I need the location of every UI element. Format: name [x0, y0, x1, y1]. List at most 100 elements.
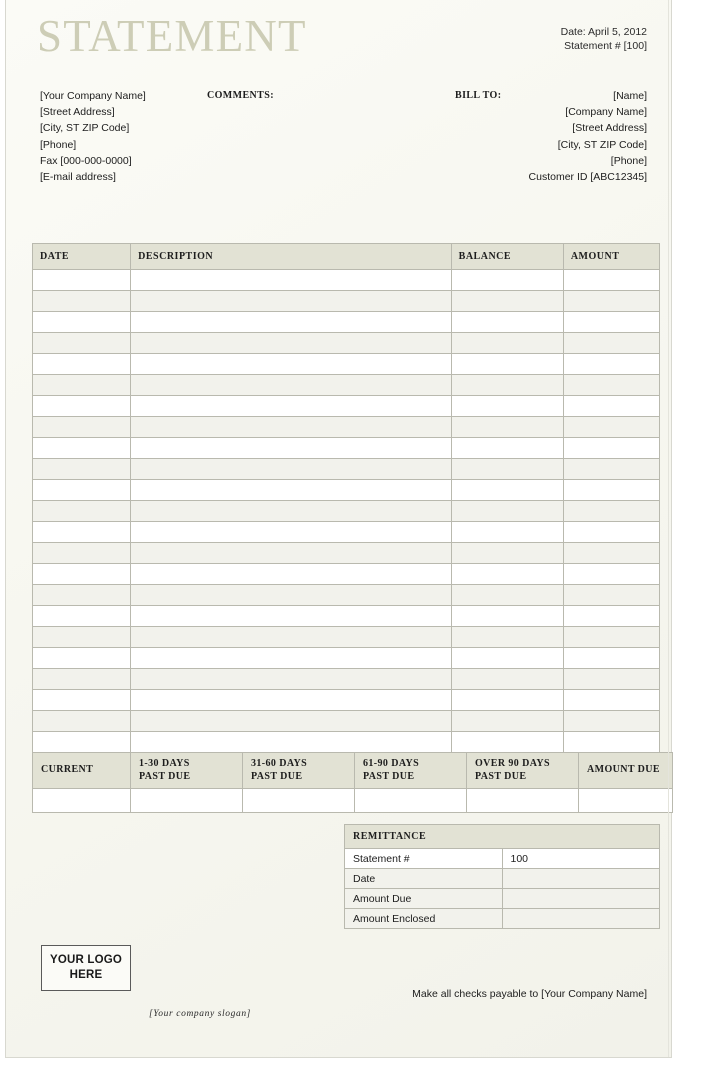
- ledger-cell-amount[interactable]: [562, 479, 661, 501]
- ledger-cell-date[interactable]: [31, 416, 132, 438]
- aging-value-over-90[interactable]: [466, 788, 579, 813]
- aging-value-31-60[interactable]: [242, 788, 355, 813]
- ledger-cell-balance[interactable]: [450, 710, 564, 732]
- ledger-cell-balance[interactable]: [450, 353, 564, 375]
- ledger-cell-date[interactable]: [31, 479, 132, 501]
- ledger-cell-description[interactable]: [130, 689, 452, 711]
- ledger-cell-balance[interactable]: [450, 563, 564, 585]
- ledger-cell-balance[interactable]: [450, 458, 564, 480]
- ledger-cell-amount[interactable]: [562, 689, 661, 711]
- ledger-cell-description[interactable]: [130, 521, 452, 543]
- ledger-cell-amount[interactable]: [562, 374, 661, 396]
- ledger-cell-description[interactable]: [130, 374, 452, 396]
- ledger-cell-description[interactable]: [130, 731, 452, 753]
- ledger-cell-balance[interactable]: [450, 332, 564, 354]
- ledger-cell-description[interactable]: [130, 269, 452, 291]
- ledger-cell-date[interactable]: [31, 647, 132, 669]
- ledger-cell-amount[interactable]: [562, 311, 661, 333]
- ledger-cell-balance[interactable]: [450, 731, 564, 753]
- ledger-cell-description[interactable]: [130, 500, 452, 522]
- ledger-cell-amount[interactable]: [562, 731, 661, 753]
- ledger-cell-balance[interactable]: [450, 584, 564, 606]
- ledger-cell-date[interactable]: [31, 353, 132, 375]
- ledger-cell-amount[interactable]: [562, 584, 661, 606]
- ledger-cell-balance[interactable]: [450, 290, 564, 312]
- ledger-cell-amount[interactable]: [562, 290, 661, 312]
- ledger-cell-amount[interactable]: [562, 542, 661, 564]
- ledger-cell-description[interactable]: [130, 710, 452, 732]
- remittance-value-amount-due[interactable]: [501, 888, 660, 909]
- ledger-cell-date[interactable]: [31, 542, 132, 564]
- ledger-cell-balance[interactable]: [450, 542, 564, 564]
- ledger-cell-description[interactable]: [130, 332, 452, 354]
- ledger-cell-date[interactable]: [31, 626, 132, 648]
- ledger-cell-description[interactable]: [130, 668, 452, 690]
- ledger-cell-amount[interactable]: [562, 416, 661, 438]
- ledger-cell-balance[interactable]: [450, 311, 564, 333]
- ledger-cell-description[interactable]: [130, 563, 452, 585]
- ledger-cell-balance[interactable]: [450, 374, 564, 396]
- aging-value-61-90[interactable]: [354, 788, 467, 813]
- aging-value-amount-due[interactable]: [578, 788, 673, 813]
- ledger-cell-date[interactable]: [31, 500, 132, 522]
- ledger-cell-date[interactable]: [31, 605, 132, 627]
- ledger-cell-description[interactable]: [130, 353, 452, 375]
- ledger-cell-balance[interactable]: [450, 437, 564, 459]
- remittance-value-date[interactable]: [501, 868, 660, 889]
- ledger-cell-amount[interactable]: [562, 647, 661, 669]
- ledger-cell-balance[interactable]: [450, 269, 564, 291]
- aging-value-1-30[interactable]: [130, 788, 243, 813]
- ledger-cell-amount[interactable]: [562, 437, 661, 459]
- ledger-cell-description[interactable]: [130, 605, 452, 627]
- ledger-cell-amount[interactable]: [562, 458, 661, 480]
- ledger-cell-amount[interactable]: [562, 521, 661, 543]
- remittance-value-amount-enclosed[interactable]: [501, 908, 660, 929]
- ledger-cell-balance[interactable]: [450, 521, 564, 543]
- ledger-cell-amount[interactable]: [562, 710, 661, 732]
- aging-value-current[interactable]: [32, 788, 131, 813]
- ledger-cell-date[interactable]: [31, 689, 132, 711]
- ledger-cell-description[interactable]: [130, 395, 452, 417]
- ledger-cell-date[interactable]: [31, 332, 132, 354]
- ledger-cell-balance[interactable]: [450, 647, 564, 669]
- ledger-cell-date[interactable]: [31, 311, 132, 333]
- ledger-cell-balance[interactable]: [450, 416, 564, 438]
- ledger-cell-amount[interactable]: [562, 395, 661, 417]
- ledger-cell-amount[interactable]: [562, 500, 661, 522]
- ledger-cell-date[interactable]: [31, 668, 132, 690]
- ledger-cell-balance[interactable]: [450, 626, 564, 648]
- ledger-cell-description[interactable]: [130, 458, 452, 480]
- ledger-cell-description[interactable]: [130, 479, 452, 501]
- ledger-cell-description[interactable]: [130, 542, 452, 564]
- ledger-cell-date[interactable]: [31, 563, 132, 585]
- ledger-cell-description[interactable]: [130, 416, 452, 438]
- ledger-cell-amount[interactable]: [562, 353, 661, 375]
- ledger-cell-date[interactable]: [31, 269, 132, 291]
- ledger-cell-date[interactable]: [31, 374, 132, 396]
- ledger-cell-amount[interactable]: [562, 269, 661, 291]
- ledger-cell-balance[interactable]: [450, 668, 564, 690]
- ledger-cell-balance[interactable]: [450, 500, 564, 522]
- remittance-value-statement-number[interactable]: 100: [501, 848, 660, 869]
- ledger-cell-date[interactable]: [31, 458, 132, 480]
- ledger-cell-date[interactable]: [31, 710, 132, 732]
- ledger-cell-description[interactable]: [130, 437, 452, 459]
- ledger-cell-description[interactable]: [130, 647, 452, 669]
- ledger-cell-date[interactable]: [31, 395, 132, 417]
- ledger-cell-balance[interactable]: [450, 395, 564, 417]
- ledger-cell-date[interactable]: [31, 584, 132, 606]
- ledger-cell-description[interactable]: [130, 290, 452, 312]
- ledger-cell-amount[interactable]: [562, 332, 661, 354]
- ledger-cell-amount[interactable]: [562, 668, 661, 690]
- ledger-cell-description[interactable]: [130, 311, 452, 333]
- ledger-cell-amount[interactable]: [562, 563, 661, 585]
- ledger-cell-balance[interactable]: [450, 605, 564, 627]
- ledger-cell-date[interactable]: [31, 521, 132, 543]
- ledger-cell-balance[interactable]: [450, 479, 564, 501]
- ledger-cell-date[interactable]: [31, 437, 132, 459]
- ledger-cell-description[interactable]: [130, 626, 452, 648]
- ledger-cell-date[interactable]: [31, 731, 132, 753]
- ledger-cell-balance[interactable]: [450, 689, 564, 711]
- ledger-cell-amount[interactable]: [562, 626, 661, 648]
- ledger-cell-amount[interactable]: [562, 605, 661, 627]
